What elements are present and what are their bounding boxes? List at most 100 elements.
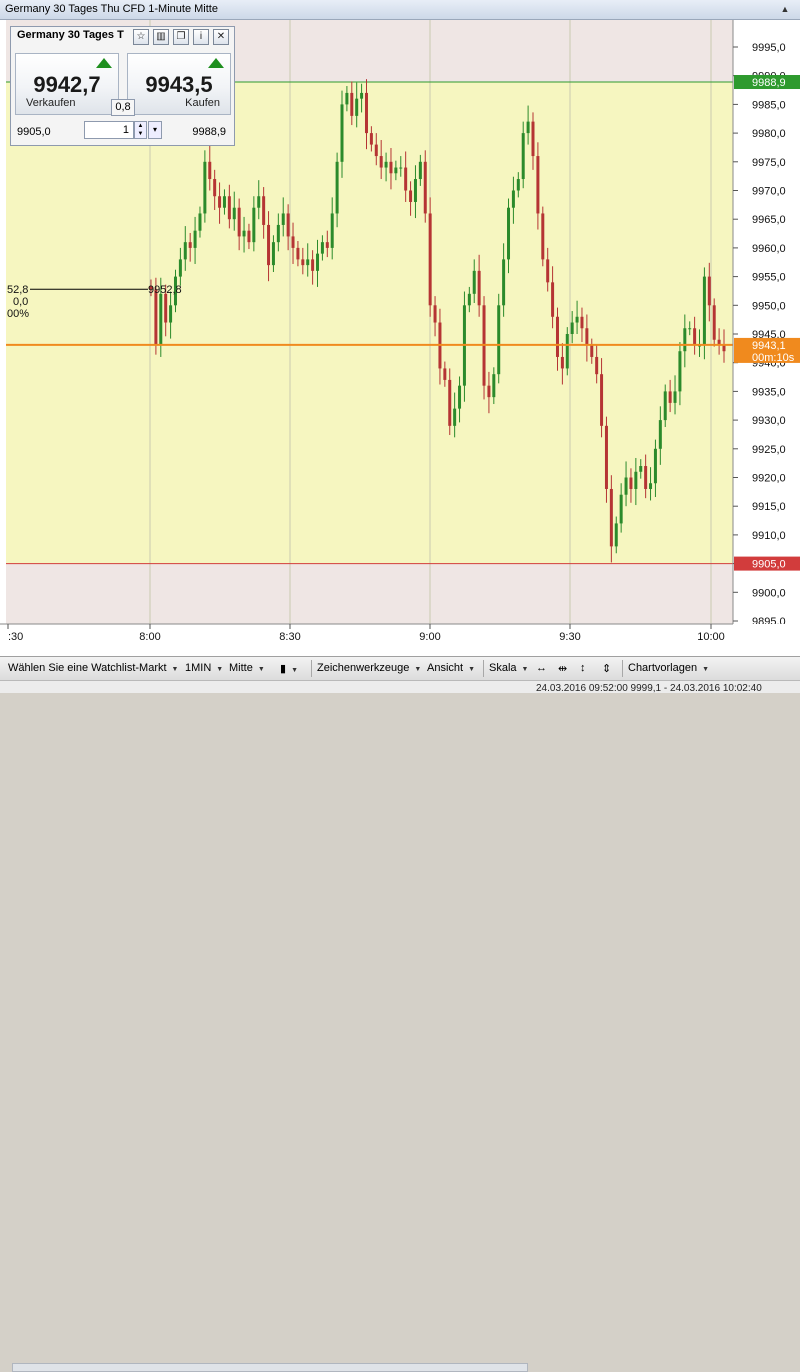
star-icon[interactable]: ☆ — [133, 29, 149, 45]
candle-body — [183, 242, 187, 260]
left-value-label: 52,8 — [7, 284, 28, 296]
candle-body — [619, 494, 623, 524]
candle-body — [399, 167, 403, 169]
current-price-tag-label: 9943,1 — [752, 340, 786, 352]
candle-body — [360, 92, 364, 99]
compress-horizontal-icon[interactable]: ⇹ — [558, 662, 567, 675]
day-low-value: 9905,0 — [17, 126, 51, 138]
sell-price: 9942,7 — [33, 72, 101, 97]
copy-icon[interactable]: ❐ — [173, 29, 189, 45]
candle-body — [169, 305, 173, 323]
candle-body — [565, 334, 569, 369]
candle-body — [281, 213, 285, 225]
y-tick-label: 9935,0 — [752, 386, 786, 398]
candle-body — [673, 391, 677, 403]
expand-horizontal-icon[interactable]: ↔ — [536, 662, 547, 674]
candle-type-dropdown[interactable]: ▮ ▼ — [280, 662, 298, 675]
candle-body — [629, 477, 633, 489]
candle-body — [311, 259, 315, 271]
candle-body — [541, 213, 545, 260]
chart-templates-dropdown[interactable]: Chartvorlagen ▼ — [628, 662, 709, 674]
quantity-stepper[interactable]: ▲ ▼ — [134, 121, 147, 139]
candle-body — [335, 161, 339, 214]
expand-vertical-icon[interactable]: ↕ — [580, 662, 586, 674]
candle-body — [477, 270, 481, 306]
candle-body — [291, 236, 295, 248]
y-tick-label: 9980,0 — [752, 128, 786, 140]
watchlist-dropdown[interactable]: Wählen Sie eine Watchlist-Markt ▼ — [8, 662, 178, 674]
candle-body — [453, 408, 457, 426]
candle-body — [595, 356, 599, 375]
price-type-dropdown[interactable]: Mitte ▼ — [229, 662, 265, 674]
chart-toolbar: Wählen Sie eine Watchlist-Markt ▼ 1MIN ▼ M… — [0, 656, 800, 680]
candle-body — [658, 420, 662, 449]
candle-body — [663, 391, 667, 421]
title-bar: Germany 30 Tages Thu CFD 1-Minute Mitte … — [0, 0, 800, 20]
candle-body — [443, 368, 447, 380]
candle-body — [364, 92, 368, 134]
y-tick-label: 9995,0 — [752, 42, 786, 54]
candle-body — [418, 161, 422, 180]
candlestick-icon: ▮ — [280, 663, 287, 675]
candle-body — [330, 213, 334, 248]
candle-body — [614, 523, 618, 547]
sell-button[interactable]: 9942,7 Verkaufen — [15, 53, 119, 115]
interval-label: 1MIN — [185, 662, 212, 674]
compress-vertical-icon[interactable]: ⇕ — [602, 662, 611, 675]
view-label: Ansicht — [427, 662, 464, 674]
candle-body — [320, 242, 324, 254]
y-tick-label: 9950,0 — [752, 300, 786, 312]
candle-body — [555, 316, 559, 357]
close-icon[interactable]: ✕ — [213, 29, 229, 45]
drawing-tools-dropdown[interactable]: Zeichenwerkzeuge ▼ — [317, 662, 421, 674]
quantity-input[interactable]: 1 — [84, 121, 134, 139]
day-high-tag-label: 9988,9 — [752, 77, 786, 89]
candle-body — [693, 328, 697, 346]
quantity-dropdown-icon[interactable]: ▾ — [148, 121, 162, 139]
window-title: Germany 30 Tages Thu CFD 1-Minute Mitte — [5, 3, 218, 15]
view-dropdown[interactable]: Ansicht ▼ — [427, 662, 475, 674]
horizontal-scrollbar[interactable] — [12, 1363, 528, 1372]
candle-body — [301, 259, 305, 266]
candle-body — [267, 224, 271, 266]
order-panel-title: Germany 30 Tages T — [17, 29, 124, 41]
candle-body — [585, 328, 589, 346]
scale-dropdown[interactable]: Skala ▼ — [489, 662, 528, 674]
candle-body — [340, 104, 344, 162]
candle-body — [413, 179, 417, 202]
candle-body — [384, 161, 388, 168]
candle-body — [507, 207, 511, 260]
y-tick-label: 9925,0 — [752, 444, 786, 456]
interval-dropdown[interactable]: 1MIN ▼ — [185, 662, 223, 674]
x-tick-label: :30 — [8, 631, 23, 643]
candle-body — [286, 213, 290, 237]
chart-icon[interactable]: ▥ — [153, 29, 169, 45]
candle-body — [257, 196, 261, 208]
candle-body — [702, 276, 706, 346]
candle-body — [345, 92, 349, 105]
candle-body — [164, 293, 168, 323]
candle-body — [653, 448, 657, 484]
order-panel: Germany 30 Tages T ☆ ▥ ❐ i ✕ 9942,7 Verk… — [10, 26, 235, 146]
candle-body — [590, 345, 594, 357]
buy-button[interactable]: 9943,5 Kaufen — [127, 53, 231, 115]
candle-body — [712, 305, 716, 340]
candle-body — [458, 385, 462, 409]
candle-body — [570, 322, 574, 334]
candle-body — [374, 144, 378, 157]
candle-body — [575, 316, 579, 323]
buy-label: Kaufen — [185, 97, 220, 109]
x-tick-label: 10:00 — [697, 631, 725, 643]
collapse-icon[interactable]: ▲ — [778, 2, 792, 16]
candle-body — [252, 207, 256, 243]
candle-body — [247, 230, 251, 243]
candle-body — [350, 92, 354, 116]
candle-body — [668, 391, 672, 403]
candle-body — [222, 196, 226, 208]
x-tick-label: 9:30 — [559, 631, 580, 643]
x-axis-area — [0, 624, 800, 655]
buy-price: 9943,5 — [145, 72, 213, 97]
candle-body — [394, 167, 398, 174]
info-icon[interactable]: i — [193, 29, 209, 45]
candle-body — [560, 356, 564, 369]
